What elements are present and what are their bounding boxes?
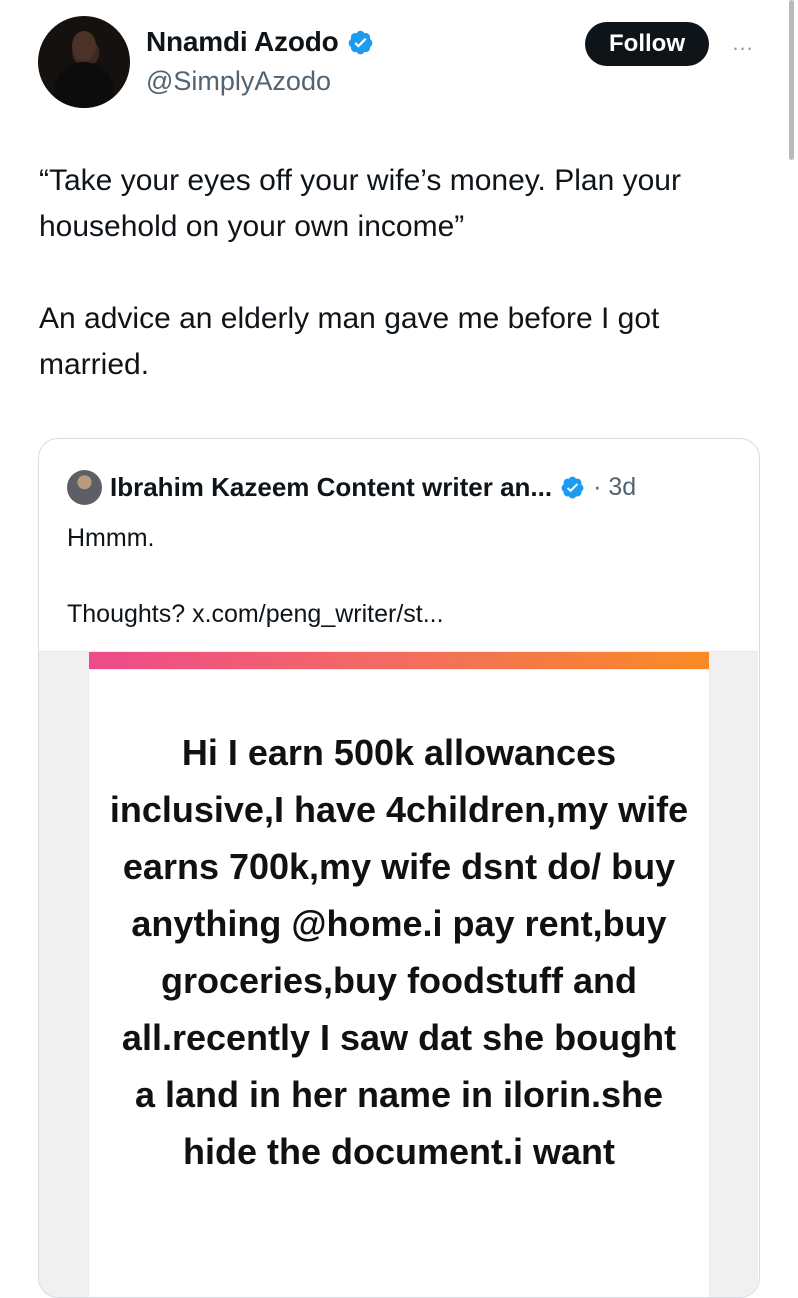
media-text-card: Hi I earn 500k allowances inclusive,I ha… (89, 670, 709, 1297)
quoted-tweet-text: Hmmm. Thoughts? x.com/peng_writer/st... (67, 524, 444, 628)
verified-badge-icon (348, 30, 372, 54)
media-post-text: Hi I earn 500k allowances inclusive,I ha… (109, 732, 689, 1172)
author-avatar[interactable] (38, 16, 130, 108)
quoted-author-avatar[interactable] (67, 469, 102, 505)
verified-badge-icon (561, 476, 584, 498)
page-scrollbar[interactable] (789, 0, 794, 160)
tweet-header: Nnamdi Azodo @SimplyAzodo Follow ... (38, 16, 760, 112)
author-name-row[interactable]: Nnamdi Azodo (146, 26, 374, 58)
author-display-name[interactable]: Nnamdi Azodo (146, 26, 339, 58)
avatar-portrait-head (72, 31, 96, 61)
quoted-tweet-media[interactable]: Hi I earn 500k allowances inclusive,I ha… (39, 651, 758, 1297)
more-horizontal-icon[interactable]: ... (726, 32, 760, 54)
quoted-tweet-time[interactable]: · 3d (593, 473, 636, 502)
author-handle[interactable]: @SimplyAzodo (146, 66, 331, 97)
tweet-body-text: “Take your eyes off your wife’s money. P… (39, 164, 681, 381)
avatar-portrait-shoulders (54, 62, 114, 108)
media-gradient-bar (89, 652, 709, 670)
follow-button[interactable]: Follow (585, 22, 709, 66)
quoted-tweet-header: Ibrahim Kazeem Content writer an... · 3d (67, 469, 636, 505)
quoted-author-name[interactable]: Ibrahim Kazeem Content writer an... (110, 472, 552, 503)
quoted-tweet-card[interactable]: Ibrahim Kazeem Content writer an... · 3d… (38, 438, 760, 1298)
